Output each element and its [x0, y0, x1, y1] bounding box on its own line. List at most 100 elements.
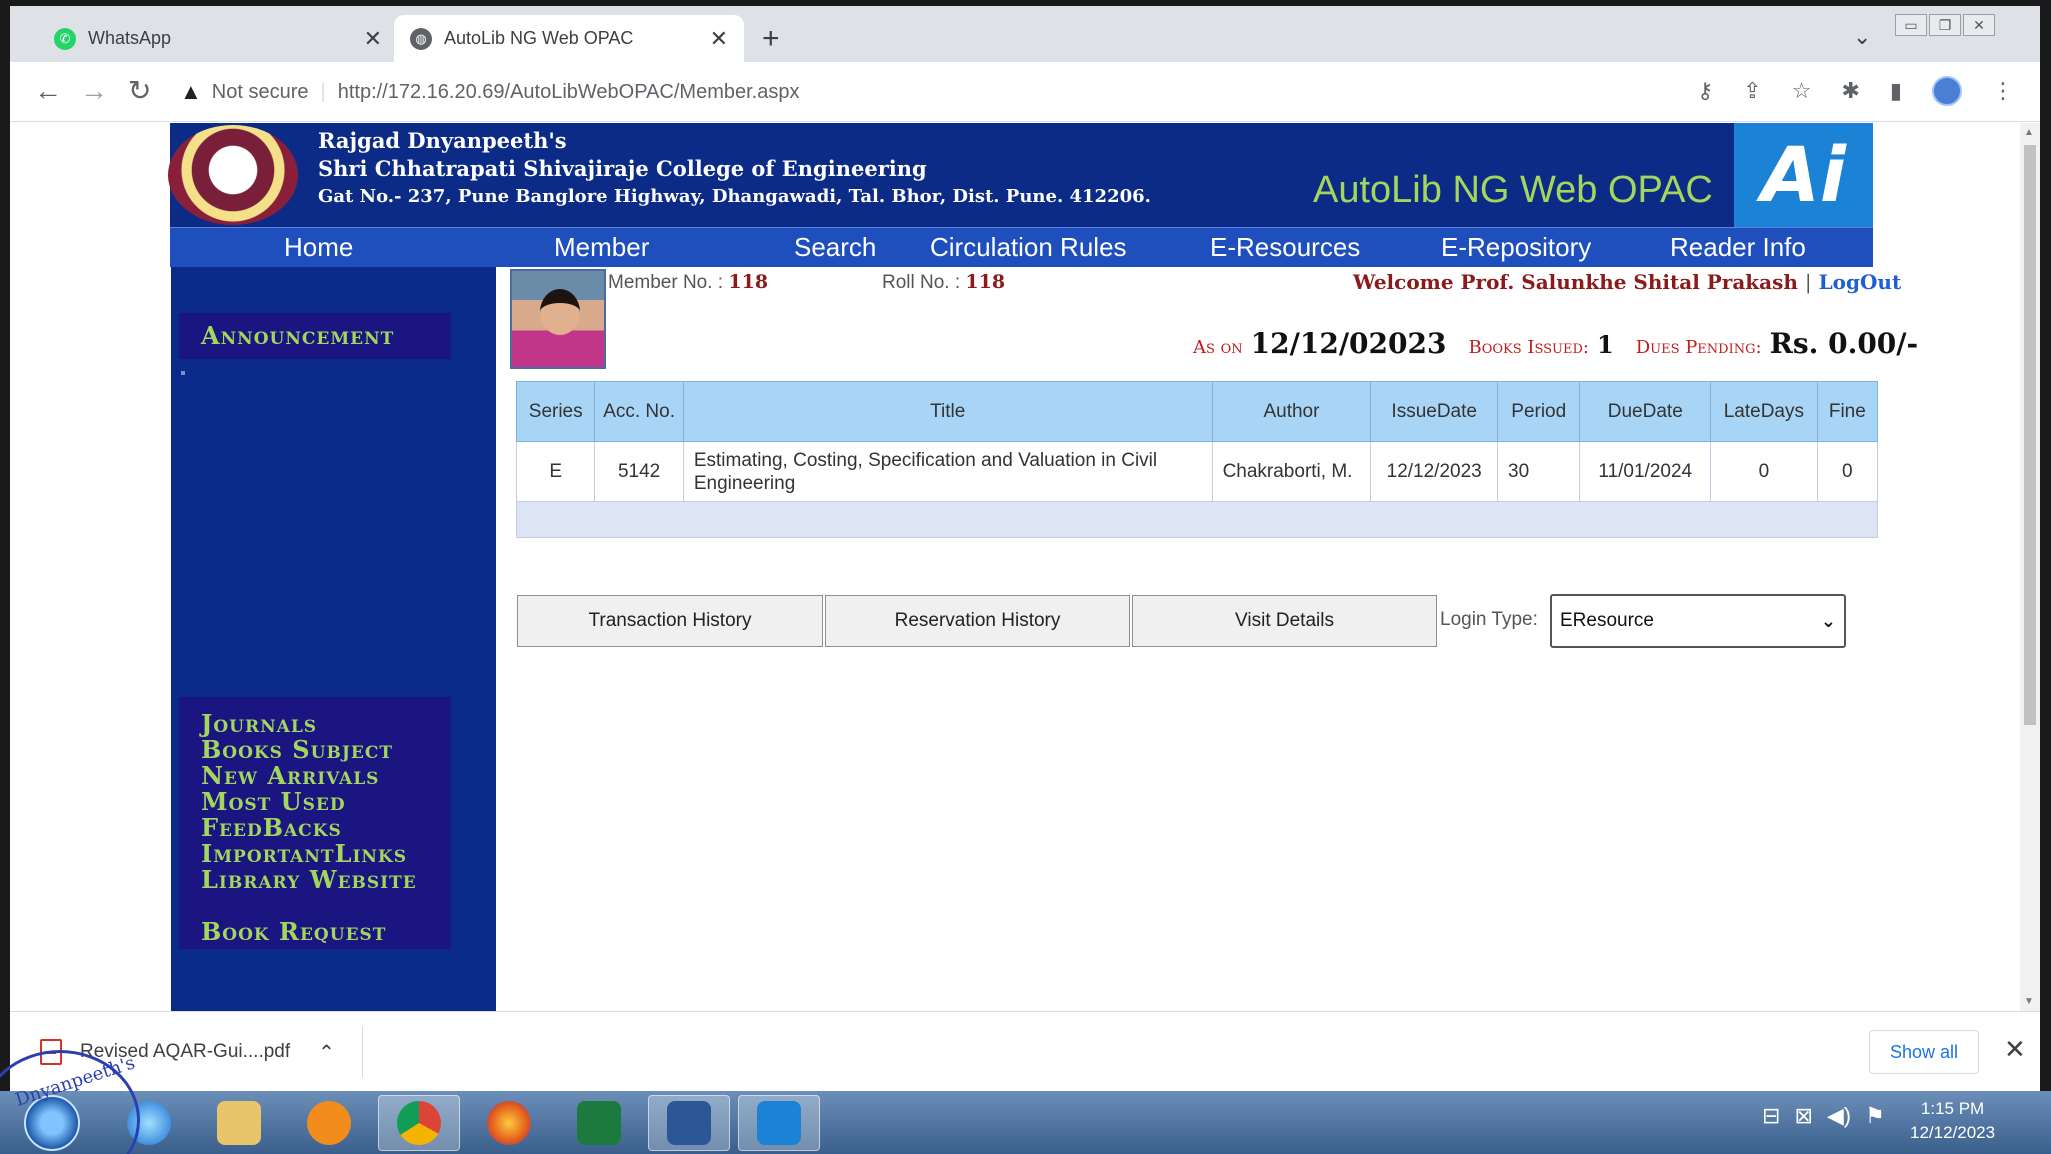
profile-avatar[interactable] [1932, 76, 1962, 106]
close-window-button[interactable]: ✕ [1963, 14, 1995, 36]
star-icon[interactable]: ☆ [1792, 78, 1812, 104]
autolib-app-icon[interactable] [738, 1095, 820, 1151]
menu-icon[interactable]: ⋮ [1992, 78, 2014, 104]
books-issued-label: Books Issued: [1468, 337, 1589, 358]
login-type-select[interactable]: EResource ⌄ [1550, 594, 1846, 648]
separator: | [1804, 270, 1812, 294]
as-on-label: As on [1193, 337, 1243, 358]
chrome-icon[interactable] [378, 1095, 460, 1151]
system-clock[interactable]: 1:15 PM 12/12/2023 [1910, 1097, 1995, 1145]
nav-e-resources[interactable]: E-Resources [1210, 232, 1360, 263]
forward-icon[interactable]: → [80, 76, 108, 106]
side-panel-icon[interactable]: ▮ [1890, 78, 1902, 104]
college-logo [168, 125, 298, 225]
tab-whatsapp[interactable]: ✆ WhatsApp ✕ [38, 15, 398, 62]
library-stamp: Dnyanpeeth's [0, 1050, 140, 1154]
cell-issue-date: 12/12/2023 [1370, 441, 1499, 502]
opac-title: AutoLib NG Web OPAC [1313, 169, 1713, 211]
nav-member[interactable]: Member [554, 232, 649, 263]
as-on-date: 12/12/02023 [1250, 327, 1447, 360]
issued-books-table: Series Acc. No. Title Author IssueDate P… [515, 381, 1879, 538]
sidebar-item-new-arrivals[interactable]: New Arrivals [201, 763, 451, 789]
column-header: DueDate [1579, 381, 1712, 442]
restore-button[interactable]: ❐ [1929, 14, 1961, 36]
excel-icon[interactable] [558, 1095, 640, 1151]
visit-details-button[interactable]: Visit Details [1132, 595, 1437, 647]
network-icon[interactable]: ⊟ [1762, 1103, 1780, 1129]
close-tab-icon[interactable]: ✕ [710, 26, 728, 52]
close-tab-icon[interactable]: ✕ [364, 26, 382, 52]
cell-period: 30 [1497, 441, 1581, 502]
share-icon[interactable]: ⇪ [1743, 78, 1761, 104]
member-no-label: Member No. : [608, 272, 724, 293]
browser-toolbar: ← → ↻ ▲ Not secure | http://172.16.20.69… [10, 62, 2040, 122]
member-no: Member No. : 118 [608, 271, 768, 294]
column-header: Author [1211, 381, 1372, 442]
close-icon[interactable]: ✕ [2004, 1034, 2026, 1065]
sidebar-item-book-request[interactable]: Book Request [201, 919, 451, 945]
tab-strip: ✆ WhatsApp ✕ ◍ AutoLib NG Web OPAC ✕ + ⌄… [10, 6, 2040, 62]
roll-no-label: Roll No. : [882, 272, 961, 293]
member-status: As on 12/12/02023 Books Issued: 1 Dues P… [1193, 327, 1918, 367]
scroll-down-icon[interactable]: ▼ [2024, 996, 2034, 1007]
welcome-message: Welcome Prof. Salunkhe Shital Prakash | … [1353, 270, 1901, 294]
scrollbar-thumb[interactable] [2024, 145, 2036, 725]
college-name: Rajgad Dnyanpeeth's Shri Chhatrapati Shi… [318, 127, 1151, 211]
sidebar-item-books-subject[interactable]: Books Subject [201, 737, 451, 763]
media-player-icon[interactable] [288, 1095, 370, 1151]
sidebar-item-important-links[interactable]: ImportantLinks [201, 841, 451, 867]
warning-icon: ▲ [180, 79, 202, 104]
nav-home[interactable]: Home [284, 232, 353, 263]
back-icon[interactable]: ← [34, 76, 62, 106]
sidebar-links: Journals Books Subject New Arrivals Most… [179, 697, 451, 949]
nav-circulation-rules[interactable]: Circulation Rules [930, 232, 1127, 263]
key-icon[interactable]: ⚷ [1697, 78, 1713, 104]
books-issued-count: 1 [1596, 330, 1614, 359]
security-icon[interactable]: ⊠ [1794, 1103, 1812, 1129]
welcome-text: Welcome Prof. Salunkhe Shital Prakash [1353, 270, 1798, 294]
nav-e-repository[interactable]: E-Repository [1441, 232, 1591, 263]
cell-late-days: 0 [1710, 441, 1818, 502]
new-tab-button[interactable]: + [762, 24, 780, 54]
sidebar-item-journals[interactable]: Journals [201, 711, 451, 737]
member-photo [510, 269, 606, 369]
cell-due-date: 11/01/2024 [1579, 441, 1712, 502]
announcement-heading: Announcement [201, 321, 395, 350]
tab-autolib[interactable]: ◍ AutoLib NG Web OPAC ✕ [394, 15, 744, 62]
transaction-history-button[interactable]: Transaction History [517, 595, 823, 647]
sidebar-item-library-website[interactable]: Library Website [201, 867, 451, 893]
chevron-down-icon: ⌄ [1820, 610, 1836, 631]
vertical-scrollbar[interactable]: ▲ ▼ [2020, 123, 2040, 1011]
autolib-logo: Ai [1734, 123, 1873, 227]
flag-icon[interactable]: ⚑ [1865, 1103, 1885, 1129]
table-footer-row [516, 501, 1878, 538]
sidebar-item-most-used[interactable]: Most Used [201, 789, 451, 815]
tab-search-chevron-icon[interactable]: ⌄ [1853, 24, 1871, 50]
site-header: Rajgad Dnyanpeeth's Shri Chhatrapati Shi… [168, 123, 1873, 227]
reservation-history-button[interactable]: Reservation History [825, 595, 1130, 647]
clock-time: 1:15 PM [1920, 1099, 1985, 1118]
extensions-icon[interactable]: ✱ [1841, 78, 1859, 104]
address-bar[interactable]: ▲ Not secure | http://172.16.20.69/AutoL… [180, 72, 1690, 112]
chevron-up-icon[interactable]: ⌃ [318, 1040, 335, 1065]
firefox-icon[interactable] [468, 1095, 550, 1151]
logout-link[interactable]: LogOut [1819, 270, 1902, 294]
column-header: LateDays [1710, 381, 1818, 442]
cell-fine: 0 [1816, 441, 1879, 502]
reload-icon[interactable]: ↻ [128, 76, 151, 106]
show-all-button[interactable]: Show all [1869, 1030, 1979, 1074]
college-address: Gat No.- 237, Pune Banglore Highway, Dha… [318, 186, 1151, 207]
nav-reader-info[interactable]: Reader Info [1670, 232, 1806, 263]
file-explorer-icon[interactable] [198, 1095, 280, 1151]
bullet [181, 371, 185, 375]
sidebar-item-feedbacks[interactable]: FeedBacks [201, 815, 451, 841]
roll-no-value: 118 [965, 271, 1006, 293]
scroll-up-icon[interactable]: ▲ [2024, 127, 2034, 138]
word-icon[interactable] [648, 1095, 730, 1151]
volume-icon[interactable]: ◀) [1827, 1103, 1851, 1129]
nav-search[interactable]: Search [794, 232, 876, 263]
minimize-button[interactable]: ▭ [1895, 14, 1927, 36]
taskbar: ⊟ ⊠ ◀) ⚑ 1:15 PM 12/12/2023 [0, 1091, 2051, 1154]
login-type-label: Login Type: [1440, 609, 1538, 630]
